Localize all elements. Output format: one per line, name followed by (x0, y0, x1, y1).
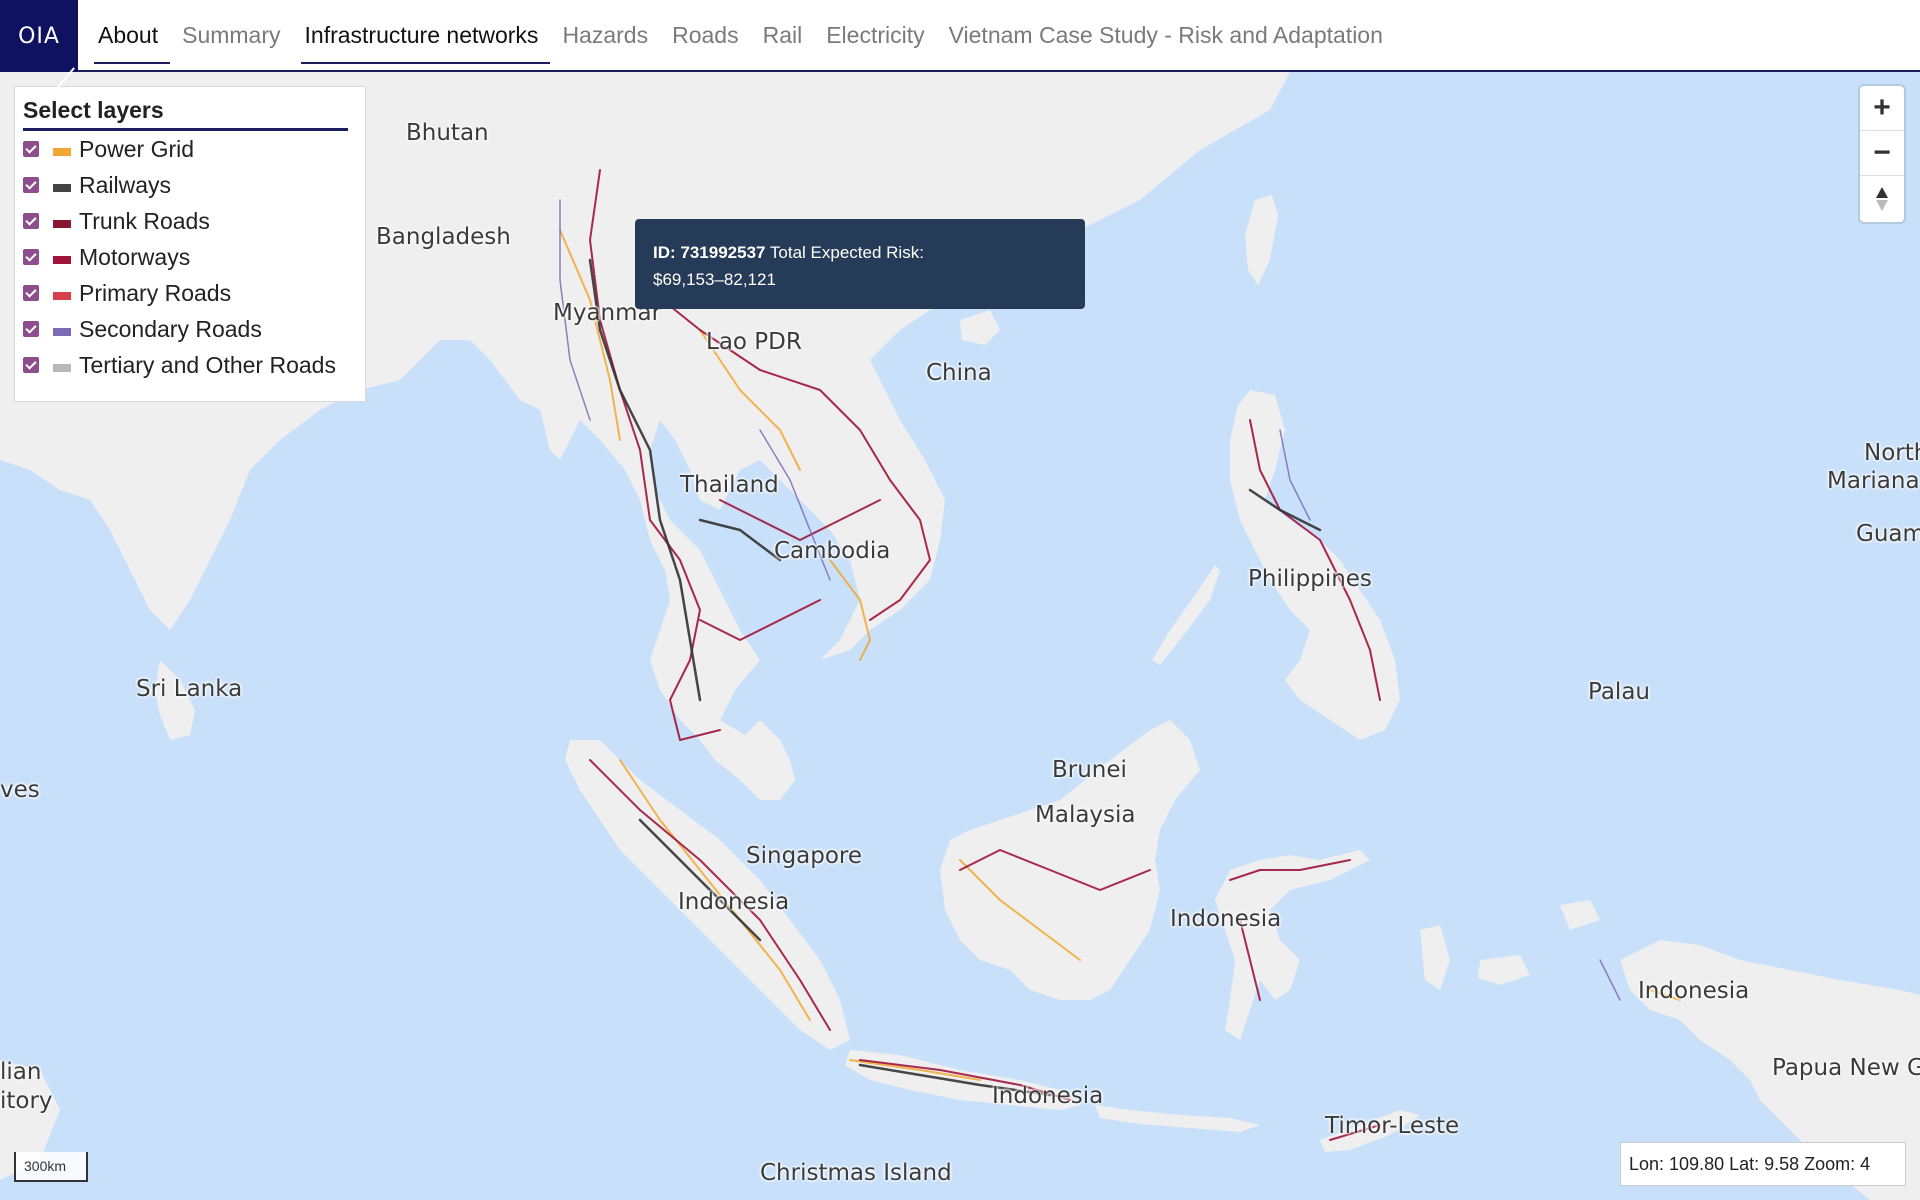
place-label-palau: Palau (1588, 679, 1650, 705)
place-label-malaysia: Malaysia (1035, 802, 1136, 828)
place-label-lao-pdr: Lao PDR (706, 329, 802, 355)
place-label-maldives-partial: ves (0, 777, 40, 803)
tab-hazards[interactable]: Hazards (550, 0, 660, 70)
place-label-indonesia-java: Indonesia (992, 1083, 1104, 1109)
tooltip-risk-value: $69,153–82,121 (653, 270, 776, 289)
layer-trunk-roads[interactable]: Trunk Roads (23, 203, 357, 239)
oia-logo[interactable]: OIA (0, 0, 78, 88)
place-label-mariana: Mariana (1827, 468, 1920, 494)
place-label-territory-partial: itory (0, 1088, 53, 1114)
feature-tooltip: ID: 731992537 Total Expected Risk: $69,1… (635, 219, 1085, 309)
map-navigation-controls: + − (1860, 86, 1904, 222)
tooltip-risk-label: Total Expected Risk: (769, 243, 924, 262)
layer-primary-roads[interactable]: Primary Roads (23, 275, 357, 311)
logo-text: OIA (18, 23, 60, 49)
place-label-indonesia-sumatra: Indonesia (678, 889, 790, 915)
scale-bar: 300km (14, 1152, 88, 1182)
panel-title: Select layers (23, 97, 348, 131)
top-navigation: OIA About Summary Infrastructure network… (0, 0, 1920, 88)
place-label-indonesia-sulawesi: Indonesia (1170, 906, 1282, 932)
layer-railways[interactable]: Railways (23, 167, 357, 203)
place-label-sri-lanka: Sri Lanka (136, 676, 243, 702)
layer-motorways[interactable]: Motorways (23, 239, 357, 275)
tab-infrastructure-networks[interactable]: Infrastructure networks (293, 0, 551, 70)
layer-checkbox[interactable] (23, 357, 39, 373)
layer-color-swatch (53, 328, 71, 336)
tab-rail[interactable]: Rail (751, 0, 815, 70)
layer-label: Primary Roads (79, 279, 232, 306)
layer-label: Tertiary and Other Roads (79, 351, 336, 378)
layer-tertiary-roads[interactable]: Tertiary and Other Roads (23, 347, 357, 383)
place-label-australian-partial: lian (0, 1059, 42, 1085)
layer-color-swatch (53, 364, 71, 372)
layer-color-swatch (53, 220, 71, 228)
layer-label: Power Grid (79, 135, 195, 162)
layer-selection-panel: Select layers Power Grid Railways Trunk … (14, 86, 366, 402)
layer-color-swatch (53, 184, 71, 192)
tab-electricity[interactable]: Electricity (814, 0, 936, 70)
place-label-papua-new-guinea: Papua New G (1772, 1055, 1920, 1081)
layer-color-swatch (53, 148, 71, 156)
zoom-out-button[interactable]: − (1860, 131, 1904, 176)
place-label-bhutan: Bhutan (406, 120, 489, 146)
layer-color-swatch (53, 256, 71, 264)
layer-color-swatch (53, 292, 71, 300)
layer-secondary-roads[interactable]: Secondary Roads (23, 311, 357, 347)
place-label-brunei: Brunei (1052, 757, 1127, 783)
place-label-north: North (1864, 440, 1920, 466)
place-label-china: China (926, 360, 992, 386)
coordinate-readout: Lon: 109.80 Lat: 9.58 Zoom: 4 (1620, 1142, 1906, 1186)
tab-summary[interactable]: Summary (170, 0, 292, 70)
tooltip-feature-id: ID: 731992537 (653, 243, 766, 262)
layer-checkbox[interactable] (23, 249, 39, 265)
compass-icon (1876, 186, 1888, 211)
nav-tabs: About Summary Infrastructure networks Ha… (78, 0, 1395, 70)
tab-vietnam-case-study[interactable]: Vietnam Case Study - Risk and Adaptation (937, 0, 1395, 70)
plus-icon: + (1873, 91, 1891, 124)
place-label-singapore: Singapore (746, 843, 863, 869)
layer-checkbox[interactable] (23, 285, 39, 301)
layer-label: Secondary Roads (79, 315, 262, 342)
layer-checkbox[interactable] (23, 177, 39, 193)
place-label-timor-leste: Timor-Leste (1325, 1113, 1460, 1139)
layer-checkbox[interactable] (23, 321, 39, 337)
reset-bearing-button[interactable] (1860, 176, 1904, 221)
layer-label: Motorways (79, 243, 191, 270)
layer-label: Trunk Roads (79, 207, 210, 234)
place-label-thailand: Thailand (680, 472, 779, 498)
layer-power-grid[interactable]: Power Grid (23, 131, 357, 167)
place-label-guam: Guam (1856, 521, 1920, 547)
place-label-bangladesh: Bangladesh (376, 224, 511, 250)
place-label-indonesia-papua: Indonesia (1638, 978, 1750, 1004)
layer-checkbox[interactable] (23, 213, 39, 229)
zoom-in-button[interactable]: + (1860, 86, 1904, 131)
minus-icon: − (1873, 136, 1891, 169)
tab-roads[interactable]: Roads (660, 0, 750, 70)
place-label-christmas-island: Christmas Island (760, 1160, 952, 1186)
place-label-philippines: Philippines (1248, 566, 1372, 592)
layer-label: Railways (79, 171, 172, 198)
tab-about[interactable]: About (86, 0, 171, 70)
layer-checkbox[interactable] (23, 141, 39, 157)
place-label-cambodia: Cambodia (774, 538, 891, 564)
